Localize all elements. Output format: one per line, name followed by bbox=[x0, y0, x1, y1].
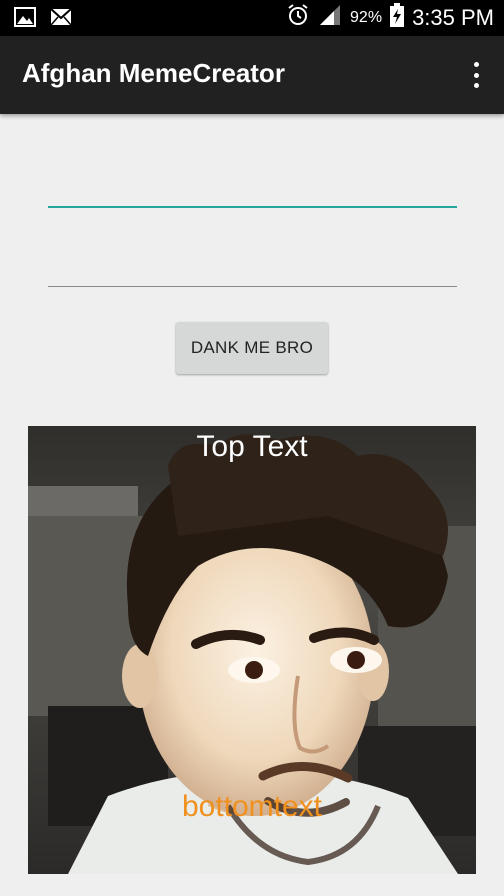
battery-charging-icon bbox=[390, 3, 405, 32]
signal-icon bbox=[318, 3, 342, 32]
meme-bottom-text: bottomtext bbox=[181, 790, 323, 823]
top-text-input[interactable] bbox=[48, 166, 457, 208]
status-bar: 92% 3:35 PM bbox=[0, 0, 504, 36]
dank-me-bro-button[interactable]: DANK ME BRO bbox=[176, 322, 328, 374]
alarm-icon bbox=[286, 3, 310, 32]
meme-top-text: Top Text bbox=[196, 430, 308, 463]
meme-image: Top Text bottomtext bbox=[28, 426, 476, 874]
mail-icon bbox=[50, 8, 72, 31]
overflow-menu-icon[interactable] bbox=[470, 62, 482, 88]
system-icons: 92% 3:35 PM bbox=[286, 3, 494, 32]
clock: 3:35 PM bbox=[412, 4, 494, 30]
app-bar: Afghan MemeCreator bbox=[0, 36, 504, 114]
image-icon bbox=[14, 7, 36, 32]
notification-icons bbox=[14, 7, 72, 32]
app-title: Afghan MemeCreator bbox=[22, 58, 285, 88]
bottom-text-input[interactable] bbox=[48, 246, 457, 287]
battery-percentage: 92% bbox=[350, 8, 383, 26]
